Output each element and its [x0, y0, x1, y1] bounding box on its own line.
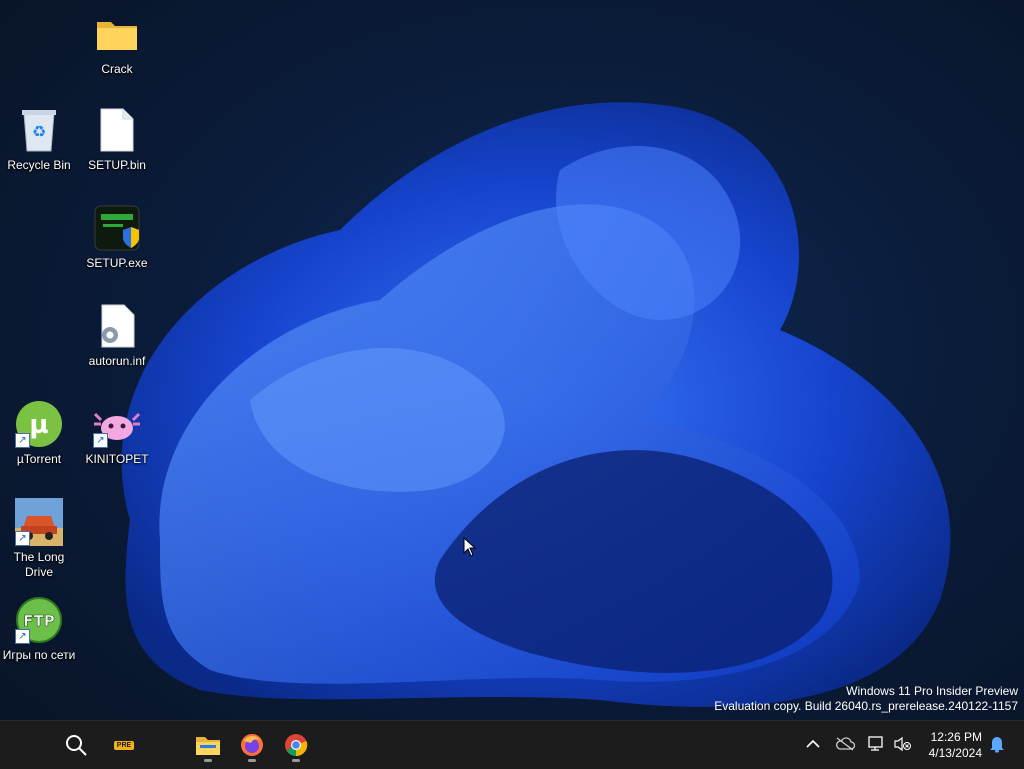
desktop-icon-label: SETUP.exe [86, 256, 148, 270]
shortcut-arrow-icon: ↗ [15, 629, 30, 644]
the-long-drive-icon: ↗ [15, 498, 63, 546]
recycle-bin-icon: ♻ [15, 106, 63, 154]
setup-exe-icon [93, 204, 141, 252]
network-icon[interactable] [866, 733, 888, 755]
watermark-line-2: Evaluation copy. Build 26040.rs_prerelea… [714, 699, 1018, 713]
svg-text:µ: µ [29, 410, 48, 440]
ftp-icon: FTP ↗ [15, 596, 63, 644]
shortcut-arrow-icon: ↗ [15, 433, 30, 448]
chevron-up-icon[interactable] [802, 733, 824, 755]
running-indicator [248, 759, 256, 762]
config-file-icon [93, 302, 141, 350]
desktop-icon-crack[interactable]: Crack [78, 10, 156, 77]
shortcut-arrow-icon: ↗ [15, 531, 30, 546]
chrome-icon[interactable] [278, 727, 314, 763]
desktop-icon-setup-exe[interactable]: SETUP.exe [78, 204, 156, 271]
search-icon[interactable] [58, 727, 94, 763]
running-indicator [204, 759, 212, 762]
cloud-offline-icon[interactable] [834, 733, 856, 755]
notification-bell-icon[interactable] [986, 733, 1008, 755]
shortcut-arrow-icon: ↗ [93, 433, 108, 448]
taskbar: PRE 12:26 PM 4/13/2024 [0, 720, 1024, 769]
folder-icon [93, 10, 141, 58]
clock-time: 12:26 PM [930, 730, 982, 744]
pre-badge-button[interactable]: PRE [106, 727, 142, 763]
desktop-icon-label: Recycle Bin [7, 158, 71, 172]
svg-text:♻: ♻ [32, 122, 46, 141]
mouse-cursor-icon [463, 537, 477, 557]
desktop-icon-label: KINITOPET [85, 452, 149, 466]
kinitopet-icon: ↗ [93, 400, 141, 448]
desktop-icon-label: The Long Drive [13, 550, 65, 579]
desktop-icon-games-network[interactable]: FTP ↗ Игры по сети [0, 596, 78, 663]
desktop: Crack ♻ Recycle Bin SETUP.bin SETUP.exe … [0, 0, 1024, 720]
desktop-icon-label: SETUP.bin [88, 158, 146, 172]
desktop-icon-recycle-bin[interactable]: ♻ Recycle Bin [0, 106, 78, 173]
desktop-icon-utorrent[interactable]: µ ↗ µTorrent [0, 400, 78, 467]
pre-badge: PRE [113, 740, 135, 750]
svg-text:FTP: FTP [23, 612, 54, 630]
desktop-icon-label: Crack [101, 62, 133, 76]
volume-muted-icon[interactable] [892, 733, 914, 755]
desktop-icon-the-long-drive[interactable]: ↗ The Long Drive [0, 498, 78, 580]
windows-evaluation-watermark: Windows 11 Pro Insider Preview Evaluatio… [714, 684, 1018, 714]
taskbar-clock[interactable]: 12:26 PM 4/13/2024 [929, 729, 982, 761]
clock-date: 4/13/2024 [928, 746, 982, 760]
file-explorer-icon[interactable] [190, 727, 226, 763]
utorrent-icon: µ ↗ [15, 400, 63, 448]
desktop-icon-label: Игры по сети [2, 648, 76, 662]
desktop-icon-autorun-inf[interactable]: autorun.inf [78, 302, 156, 369]
firefox-icon[interactable] [234, 727, 270, 763]
desktop-icon-setup-bin[interactable]: SETUP.bin [78, 106, 156, 173]
running-indicator [292, 759, 300, 762]
desktop-icon-label: µTorrent [16, 452, 62, 466]
file-icon [93, 106, 141, 154]
desktop-icon-label: autorun.inf [88, 354, 146, 368]
desktop-icon-kinitopet[interactable]: ↗ KINITOPET [78, 400, 156, 467]
watermark-line-1: Windows 11 Pro Insider Preview [846, 684, 1018, 698]
